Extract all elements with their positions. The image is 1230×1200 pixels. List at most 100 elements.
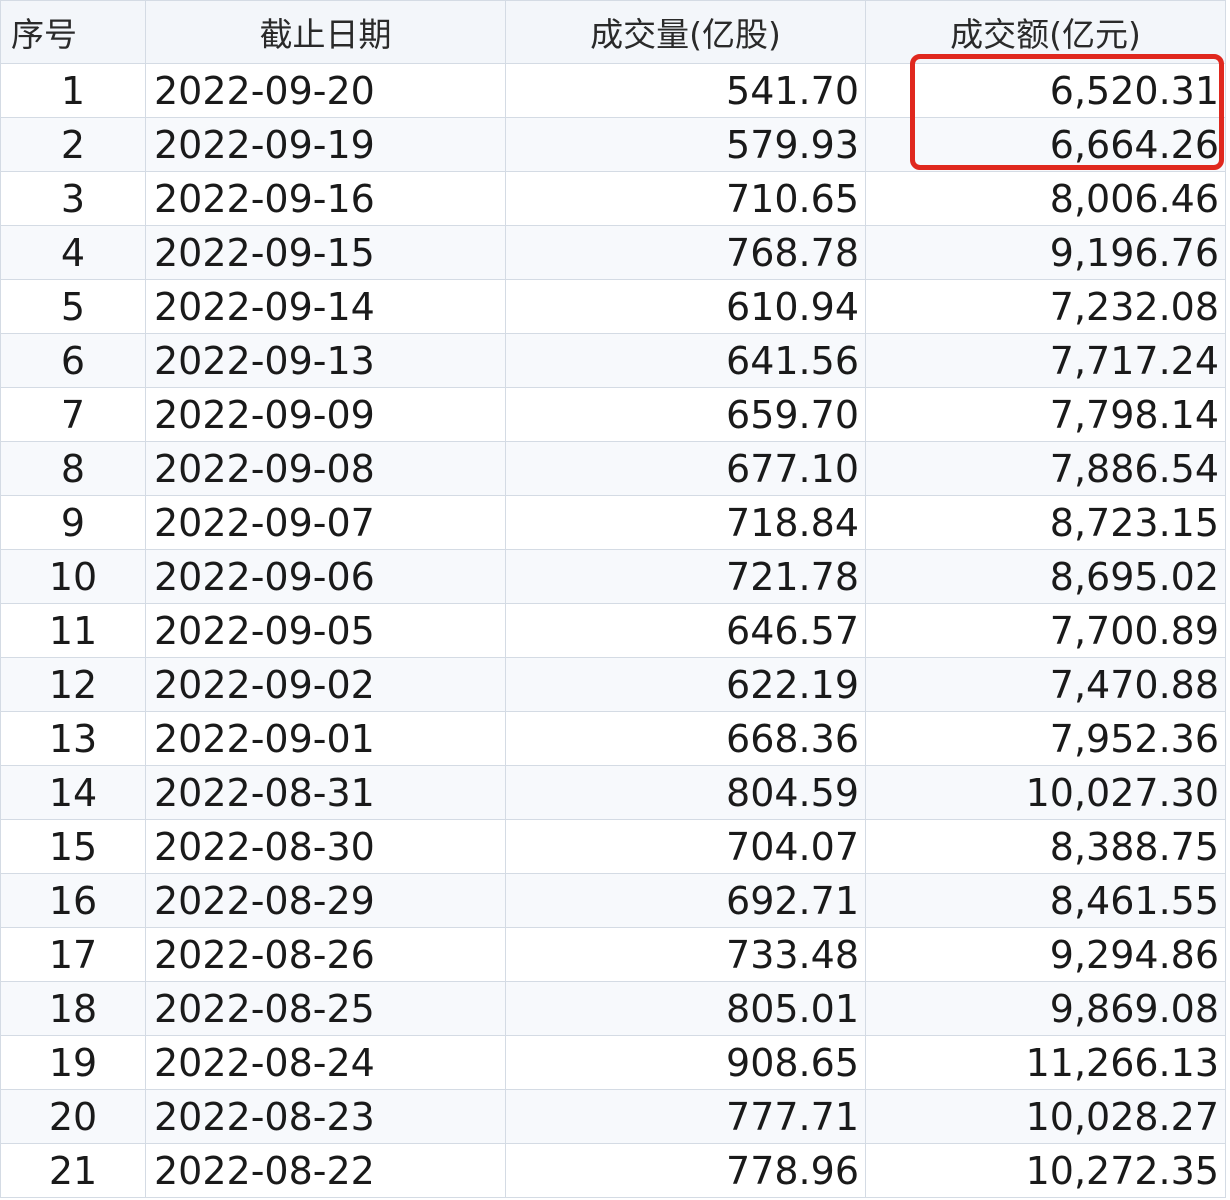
cell-seq[interactable]: 2: [0, 117, 146, 172]
table-row[interactable]: 9 2022-09-07 718.84 8,723.15: [0, 495, 1226, 550]
cell-seq[interactable]: 20: [0, 1089, 146, 1144]
cell-turnover[interactable]: 7,232.08: [865, 279, 1226, 334]
cell-turnover[interactable]: 7,717.24: [865, 333, 1226, 388]
cell-volume[interactable]: 804.59: [505, 765, 866, 820]
cell-seq[interactable]: 16: [0, 873, 146, 928]
cell-seq[interactable]: 4: [0, 225, 146, 280]
cell-date[interactable]: 2022-09-07: [145, 495, 506, 550]
cell-volume[interactable]: 541.70: [505, 63, 866, 118]
cell-seq[interactable]: 15: [0, 819, 146, 874]
cell-turnover[interactable]: 8,461.55: [865, 873, 1226, 928]
table-row[interactable]: 15 2022-08-30 704.07 8,388.75: [0, 819, 1226, 874]
cell-turnover[interactable]: 10,028.27: [865, 1089, 1226, 1144]
cell-turnover[interactable]: 7,700.89: [865, 603, 1226, 658]
cell-volume[interactable]: 646.57: [505, 603, 866, 658]
cell-turnover[interactable]: 9,294.86: [865, 927, 1226, 982]
table-row[interactable]: 17 2022-08-26 733.48 9,294.86: [0, 927, 1226, 982]
cell-seq[interactable]: 12: [0, 657, 146, 712]
table-row[interactable]: 20 2022-08-23 777.71 10,028.27: [0, 1089, 1226, 1144]
cell-volume[interactable]: 710.65: [505, 171, 866, 226]
cell-date[interactable]: 2022-09-15: [145, 225, 506, 280]
cell-date[interactable]: 2022-09-14: [145, 279, 506, 334]
table-row[interactable]: 18 2022-08-25 805.01 9,869.08: [0, 981, 1226, 1036]
cell-seq[interactable]: 6: [0, 333, 146, 388]
cell-date[interactable]: 2022-09-16: [145, 171, 506, 226]
cell-date[interactable]: 2022-08-31: [145, 765, 506, 820]
table-row[interactable]: 6 2022-09-13 641.56 7,717.24: [0, 333, 1226, 388]
table-row[interactable]: 1 2022-09-20 541.70 6,520.31: [0, 63, 1226, 118]
cell-turnover[interactable]: 6,520.31: [865, 63, 1226, 118]
cell-volume[interactable]: 641.56: [505, 333, 866, 388]
cell-date[interactable]: 2022-09-08: [145, 441, 506, 496]
table-row[interactable]: 5 2022-09-14 610.94 7,232.08: [0, 279, 1226, 334]
cell-seq[interactable]: 3: [0, 171, 146, 226]
table-row[interactable]: 10 2022-09-06 721.78 8,695.02: [0, 549, 1226, 604]
cell-seq[interactable]: 10: [0, 549, 146, 604]
cell-date[interactable]: 2022-08-23: [145, 1089, 506, 1144]
cell-date[interactable]: 2022-09-01: [145, 711, 506, 766]
table-row[interactable]: 2 2022-09-19 579.93 6,664.26: [0, 117, 1226, 172]
cell-seq[interactable]: 9: [0, 495, 146, 550]
cell-volume[interactable]: 677.10: [505, 441, 866, 496]
cell-date[interactable]: 2022-08-26: [145, 927, 506, 982]
cell-date[interactable]: 2022-09-19: [145, 117, 506, 172]
cell-seq[interactable]: 13: [0, 711, 146, 766]
cell-date[interactable]: 2022-08-22: [145, 1143, 506, 1198]
cell-seq[interactable]: 19: [0, 1035, 146, 1090]
table-row[interactable]: 11 2022-09-05 646.57 7,700.89: [0, 603, 1226, 658]
table-row[interactable]: 7 2022-09-09 659.70 7,798.14: [0, 387, 1226, 442]
cell-turnover[interactable]: 7,952.36: [865, 711, 1226, 766]
cell-date[interactable]: 2022-08-29: [145, 873, 506, 928]
cell-date[interactable]: 2022-08-30: [145, 819, 506, 874]
cell-date[interactable]: 2022-09-20: [145, 63, 506, 118]
table-row[interactable]: 12 2022-09-02 622.19 7,470.88: [0, 657, 1226, 712]
table-row[interactable]: 4 2022-09-15 768.78 9,196.76: [0, 225, 1226, 280]
column-header-date[interactable]: 截止日期: [145, 0, 506, 64]
table-row[interactable]: 16 2022-08-29 692.71 8,461.55: [0, 873, 1226, 928]
cell-seq[interactable]: 5: [0, 279, 146, 334]
cell-date[interactable]: 2022-09-13: [145, 333, 506, 388]
cell-seq[interactable]: 14: [0, 765, 146, 820]
cell-seq[interactable]: 11: [0, 603, 146, 658]
cell-volume[interactable]: 778.96: [505, 1143, 866, 1198]
cell-seq[interactable]: 8: [0, 441, 146, 496]
cell-volume[interactable]: 704.07: [505, 819, 866, 874]
table-row[interactable]: 13 2022-09-01 668.36 7,952.36: [0, 711, 1226, 766]
cell-date[interactable]: 2022-08-24: [145, 1035, 506, 1090]
cell-volume[interactable]: 668.36: [505, 711, 866, 766]
cell-volume[interactable]: 692.71: [505, 873, 866, 928]
table-row[interactable]: 14 2022-08-31 804.59 10,027.30: [0, 765, 1226, 820]
cell-date[interactable]: 2022-09-05: [145, 603, 506, 658]
cell-seq[interactable]: 17: [0, 927, 146, 982]
table-row[interactable]: 8 2022-09-08 677.10 7,886.54: [0, 441, 1226, 496]
column-header-volume[interactable]: 成交量(亿股): [505, 0, 866, 64]
cell-date[interactable]: 2022-08-25: [145, 981, 506, 1036]
cell-volume[interactable]: 777.71: [505, 1089, 866, 1144]
cell-turnover[interactable]: 10,272.35: [865, 1143, 1226, 1198]
cell-volume[interactable]: 805.01: [505, 981, 866, 1036]
cell-turnover[interactable]: 8,695.02: [865, 549, 1226, 604]
cell-turnover[interactable]: 8,006.46: [865, 171, 1226, 226]
cell-volume[interactable]: 908.65: [505, 1035, 866, 1090]
column-header-seq[interactable]: 序号: [0, 0, 146, 64]
cell-date[interactable]: 2022-09-09: [145, 387, 506, 442]
cell-date[interactable]: 2022-09-02: [145, 657, 506, 712]
cell-turnover[interactable]: 7,798.14: [865, 387, 1226, 442]
cell-turnover[interactable]: 8,723.15: [865, 495, 1226, 550]
cell-volume[interactable]: 579.93: [505, 117, 866, 172]
cell-turnover[interactable]: 7,886.54: [865, 441, 1226, 496]
cell-seq[interactable]: 18: [0, 981, 146, 1036]
cell-seq[interactable]: 21: [0, 1143, 146, 1198]
cell-date[interactable]: 2022-09-06: [145, 549, 506, 604]
cell-turnover[interactable]: 7,470.88: [865, 657, 1226, 712]
table-row[interactable]: 3 2022-09-16 710.65 8,006.46: [0, 171, 1226, 226]
cell-seq[interactable]: 1: [0, 63, 146, 118]
cell-turnover[interactable]: 10,027.30: [865, 765, 1226, 820]
cell-volume[interactable]: 610.94: [505, 279, 866, 334]
cell-volume[interactable]: 721.78: [505, 549, 866, 604]
cell-turnover[interactable]: 6,664.26: [865, 117, 1226, 172]
table-row[interactable]: 21 2022-08-22 778.96 10,272.35: [0, 1143, 1226, 1198]
table-row[interactable]: 19 2022-08-24 908.65 11,266.13: [0, 1035, 1226, 1090]
column-header-turnover[interactable]: 成交额(亿元): [865, 0, 1226, 64]
cell-turnover[interactable]: 9,196.76: [865, 225, 1226, 280]
